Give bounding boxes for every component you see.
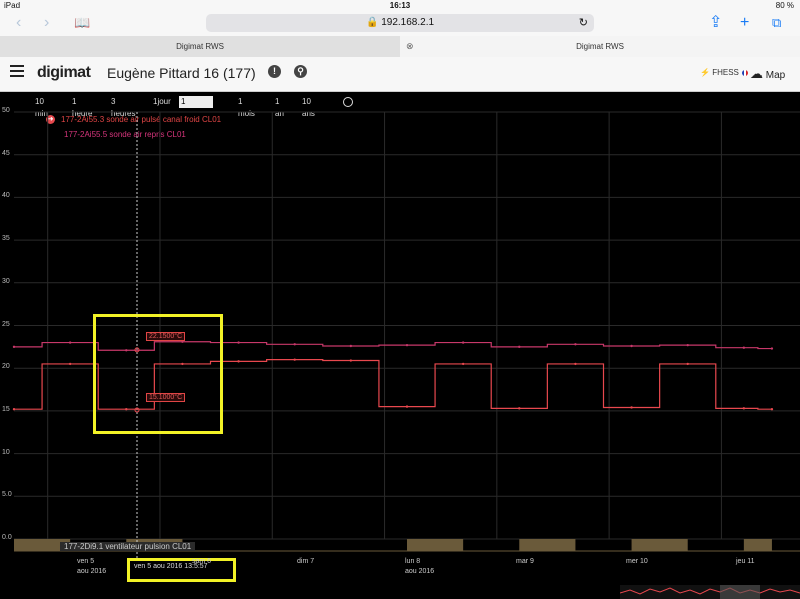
- series-1-point: [518, 407, 521, 410]
- digital-on-period: [407, 539, 464, 551]
- series-1-point: [293, 358, 296, 361]
- series-1-point: [12, 407, 16, 411]
- minimap-window[interactable]: [720, 585, 760, 599]
- trend-chart[interactable]: [0, 0, 800, 599]
- y-tick-label: 20: [2, 363, 10, 371]
- y-tick-label: 0.0: [2, 534, 12, 541]
- series-2-point: [349, 344, 353, 348]
- x-tick-label: lun 8 aou 2016: [405, 558, 435, 575]
- series-1-point: [68, 362, 72, 366]
- y-tick-label: 35: [2, 235, 10, 243]
- series-1-point: [630, 406, 633, 409]
- x-tick-label: jeu 11: [736, 558, 755, 565]
- x-tick-label: mer 10: [626, 558, 648, 565]
- series-2-point: [630, 344, 633, 348]
- y-tick-label: 5.0: [2, 491, 12, 499]
- series-2-point: [461, 341, 465, 344]
- series-2-point: [518, 345, 521, 349]
- x-tick-label: dim 7: [297, 558, 315, 565]
- series-2-point: [68, 341, 72, 344]
- y-tick-label: 40: [2, 192, 10, 200]
- series-2-point: [770, 347, 774, 350]
- series-2-point: [405, 343, 409, 347]
- y-tick-label: 30: [2, 277, 10, 285]
- y-tick-label: 15: [2, 405, 10, 413]
- highlight-box-cursor: [127, 558, 236, 582]
- series-2-point: [686, 343, 689, 347]
- series-1-point: [405, 405, 409, 408]
- series-2-point: [237, 341, 240, 344]
- series-1-point: [237, 360, 240, 363]
- y-tick-label: 45: [2, 149, 10, 157]
- series-2-point: [12, 345, 16, 349]
- y-tick-label: 25: [2, 320, 10, 328]
- cursor-time-label: ven 5 aou 2016 13:5:57: [134, 563, 208, 570]
- series-2-point: [574, 343, 577, 346]
- y-tick-label: 50: [2, 107, 10, 114]
- digital-on-period: [743, 539, 772, 551]
- highlight-box-chart: [93, 314, 223, 434]
- series-1-point: [770, 407, 774, 411]
- digital-on-period: [519, 539, 576, 551]
- series-1-point: [461, 362, 465, 366]
- digital-on-period: [631, 539, 688, 551]
- x-tick-label: ven 5 aou 2016: [77, 558, 107, 575]
- x-tick-label: mar 9: [516, 558, 534, 565]
- series-1-point: [742, 407, 746, 410]
- series-2-point: [742, 346, 746, 349]
- series-1-point: [349, 359, 353, 362]
- digital-series-label: 177-2Di9.1 ventilateur pulsion CL01: [60, 542, 196, 551]
- series-1-point: [686, 362, 689, 366]
- series-2-point: [293, 343, 296, 346]
- navigator-minimap[interactable]: [620, 585, 800, 599]
- series-1-point: [574, 362, 577, 366]
- y-tick-label: 10: [2, 448, 10, 456]
